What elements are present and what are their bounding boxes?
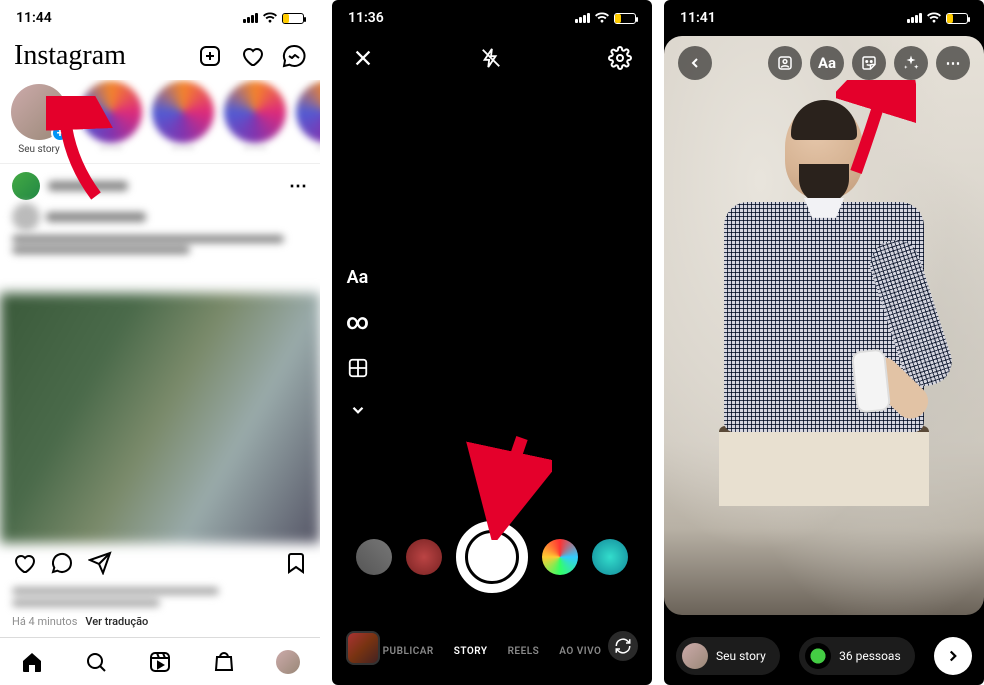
post-image[interactable] [0, 293, 320, 543]
nav-search-icon[interactable] [84, 650, 108, 674]
filter-carousel[interactable] [332, 521, 652, 593]
editor-tools: Aa ⋯ [768, 46, 970, 80]
translate-link[interactable]: Ver tradução [85, 615, 148, 628]
signal-icon [575, 13, 590, 23]
story-item[interactable]: ——— [298, 84, 320, 155]
status-time: 11:36 [348, 10, 384, 26]
more-tools-chevron-icon[interactable] [349, 401, 367, 419]
status-icons [907, 12, 968, 24]
editor-screen: 11:41 Aa [664, 0, 984, 685]
filter-thumb[interactable] [406, 539, 442, 575]
signal-icon [907, 13, 922, 23]
status-time: 11:44 [16, 10, 52, 26]
status-bar: 11:44 [0, 0, 320, 36]
post-text-blur [0, 226, 320, 263]
story-item[interactable]: ——— [154, 84, 212, 155]
share-your-story-button[interactable]: Seu story [676, 637, 780, 675]
wifi-icon [262, 12, 278, 24]
back-icon[interactable] [678, 46, 712, 80]
settings-gear-icon[interactable] [608, 46, 632, 70]
nav-reels-icon[interactable] [148, 650, 172, 674]
post-footer-blur [0, 587, 320, 607]
filter-thumb[interactable] [592, 539, 628, 575]
wifi-icon [926, 12, 942, 24]
layout-icon[interactable] [347, 357, 369, 379]
your-avatar-icon [682, 643, 708, 669]
your-story-avatar[interactable]: + [11, 84, 67, 140]
post-timestamp-row: Há 4 minutos Ver tradução [0, 611, 320, 632]
wifi-icon [594, 12, 610, 24]
status-time: 11:41 [680, 10, 716, 26]
shutter-button[interactable] [456, 521, 528, 593]
create-post-icon[interactable] [198, 44, 222, 68]
mode-reels[interactable]: REELS [508, 646, 540, 657]
feed-screen: 11:44 Instagram + Seu s [0, 0, 320, 685]
battery-icon [946, 13, 968, 24]
story-item[interactable]: ——— [226, 84, 284, 155]
photo-subject [709, 104, 939, 524]
post-user[interactable] [12, 172, 128, 200]
like-icon[interactable] [12, 551, 36, 575]
bookmark-icon[interactable] [284, 551, 308, 575]
nav-profile-avatar[interactable] [276, 650, 300, 674]
post-actions [0, 543, 320, 583]
battery-icon [614, 13, 636, 24]
flash-off-icon[interactable] [480, 47, 502, 69]
camera-side-tools: Aa ∞ [346, 267, 369, 419]
header-actions [198, 44, 306, 68]
text-tool-icon[interactable]: Aa [347, 267, 369, 288]
share-icon[interactable] [88, 551, 112, 575]
nav-shop-icon[interactable] [212, 650, 236, 674]
share-your-story-label: Seu story [716, 649, 766, 663]
post-avatar[interactable] [12, 172, 40, 200]
camera-modes[interactable]: PUBLICAR STORY REELS AO VIVO [332, 646, 652, 657]
story-item[interactable]: ——— [82, 84, 140, 155]
close-friends-star-icon [805, 643, 831, 669]
text-tool-icon[interactable]: Aa [810, 46, 844, 80]
stories-row[interactable]: + Seu story ——— ——— ——— ——— [0, 80, 320, 164]
bottom-nav [0, 637, 320, 685]
camera-top-bar [332, 36, 652, 80]
story-canvas[interactable] [664, 36, 984, 615]
status-icons [243, 12, 304, 24]
mode-story[interactable]: STORY [454, 646, 488, 657]
activity-heart-icon[interactable] [240, 44, 264, 68]
share-close-friends-button[interactable]: 36 pessoas [799, 637, 915, 675]
feed-header: Instagram [0, 36, 320, 80]
close-icon[interactable] [352, 47, 374, 69]
post-more-icon[interactable]: ⋯ [289, 176, 308, 197]
boomerang-icon[interactable]: ∞ [346, 310, 369, 335]
sticker-icon[interactable] [852, 46, 886, 80]
comment-icon[interactable] [50, 551, 74, 575]
your-story-label: Seu story [18, 144, 59, 155]
signal-icon [243, 13, 258, 23]
filter-thumb[interactable] [356, 539, 392, 575]
editor-top-bar: Aa ⋯ [664, 46, 984, 80]
instagram-logo: Instagram [14, 40, 126, 72]
battery-icon [282, 13, 304, 24]
camera-screen: 11:36 Aa ∞ [332, 0, 652, 685]
status-bar: 11:36 [332, 0, 652, 36]
effects-sparkle-icon[interactable] [894, 46, 928, 80]
nav-home-icon[interactable] [20, 650, 44, 674]
send-to-button[interactable] [934, 637, 972, 675]
mode-publicar[interactable]: PUBLICAR [383, 646, 434, 657]
gallery-thumbnail[interactable] [346, 631, 380, 665]
filter-thumb[interactable] [542, 539, 578, 575]
add-story-badge-icon[interactable]: + [51, 124, 69, 142]
editor-bottom-bar: Seu story 36 pessoas [664, 637, 984, 675]
messenger-icon[interactable] [282, 44, 306, 68]
more-options-icon[interactable]: ⋯ [936, 46, 970, 80]
tag-people-icon[interactable] [768, 46, 802, 80]
your-story[interactable]: + Seu story [10, 84, 68, 155]
flip-camera-icon[interactable] [608, 631, 638, 661]
mode-ao-vivo[interactable]: AO VIVO [559, 646, 601, 657]
status-bar: 11:41 [664, 0, 984, 36]
close-friends-label: 36 pessoas [839, 649, 901, 663]
post-timestamp: Há 4 minutos [12, 615, 77, 628]
feed-post-header: ⋯ [0, 164, 320, 208]
post-caption-blur [0, 208, 320, 226]
status-icons [575, 12, 636, 24]
